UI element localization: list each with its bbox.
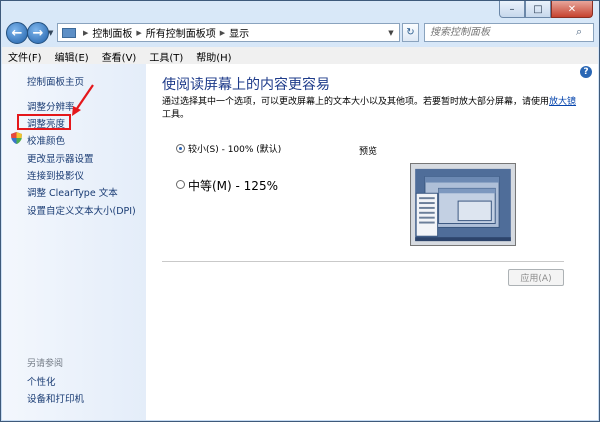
main-panel: ? 使阅读屏幕上的内容更容易 通过选择其中一个选项，可以更改屏幕上的文本大小以及…: [146, 64, 598, 420]
minimize-button[interactable]: –: [499, 1, 525, 18]
breadcrumb-all-items[interactable]: 所有控制面板项: [146, 25, 216, 40]
control-panel-folder-icon: [62, 27, 76, 38]
help-icon[interactable]: ?: [580, 66, 592, 78]
sidebar-item-projector[interactable]: 连接到投影仪: [27, 168, 84, 182]
see-also-label: 另请参阅: [27, 359, 64, 369]
search-icon[interactable]: ⌕: [576, 25, 582, 39]
uac-shield-icon: [11, 132, 22, 144]
magnifier-link[interactable]: 放大镜: [549, 97, 576, 107]
divider: [162, 261, 564, 262]
close-button[interactable]: ✕: [551, 1, 593, 18]
radio-medium[interactable]: [176, 180, 185, 189]
sidebar-item-devices-printers[interactable]: 设备和打印机: [27, 391, 84, 405]
preview-label: 预览: [359, 147, 378, 157]
forward-button[interactable]: →: [27, 22, 49, 44]
menu-file[interactable]: 文件(F): [2, 47, 49, 64]
menu-view[interactable]: 查看(V): [96, 47, 144, 64]
back-button[interactable]: ←: [6, 22, 28, 44]
address-dropdown-icon[interactable]: ▼: [384, 25, 398, 40]
breadcrumb-control-panel[interactable]: 控制面板: [92, 25, 132, 40]
option-medium-label[interactable]: 中等(M) - 125%: [188, 177, 278, 194]
menu-edit[interactable]: 编辑(E): [49, 47, 96, 64]
maximize-button[interactable]: □: [525, 1, 551, 18]
apply-button[interactable]: 应用(A): [508, 269, 564, 286]
navigation-bar: ← → ▼ ▶ 控制面板 ▶ 所有控制面板项 ▶ 显示 ▼ ↻ ⌕: [1, 21, 599, 45]
option-smaller-label[interactable]: 较小(S) - 100% (默认): [188, 142, 281, 155]
breadcrumb-separator-icon[interactable]: ▶: [83, 29, 88, 37]
breadcrumb-separator-icon[interactable]: ▶: [136, 29, 141, 37]
sidebar-item-cleartype[interactable]: 调整 ClearType 文本: [27, 185, 118, 199]
menu-bar: 文件(F) 编辑(E) 查看(V) 工具(T) 帮助(H): [2, 47, 598, 65]
back-arrow-icon: ←: [11, 25, 23, 41]
control-panel-window: – □ ✕ ← → ▼ ▶ 控制面板 ▶ 所有控制面板项 ▶ 显示 ▼ ↻ ⌕ 文件(…: [0, 0, 600, 422]
content-area: 控制面板主页 调整分辨率 调整亮度 校准颜色 更改显示器设置 连接到投影仪 调整…: [2, 64, 598, 420]
refresh-button[interactable]: ↻: [402, 23, 419, 42]
window-controls: – □ ✕: [499, 1, 593, 18]
sidebar: 控制面板主页 调整分辨率 调整亮度 校准颜色 更改显示器设置 连接到投影仪 调整…: [2, 64, 146, 420]
forward-arrow-icon: →: [32, 25, 44, 41]
page-title: 使阅读屏幕上的内容更容易: [162, 77, 330, 93]
sidebar-item-personalization[interactable]: 个性化: [27, 374, 56, 388]
menu-tools[interactable]: 工具(T): [143, 47, 190, 64]
title-bar: – □ ✕: [1, 1, 599, 19]
red-arrow-annotation: [72, 84, 94, 116]
menu-help[interactable]: 帮助(H): [190, 47, 238, 64]
breadcrumb-separator-icon[interactable]: ▶: [220, 29, 225, 37]
search-input[interactable]: [424, 23, 594, 42]
sidebar-item-calibrate-color[interactable]: 校准颜色: [27, 133, 65, 147]
refresh-icon: ↻: [406, 27, 415, 38]
sidebar-item-custom-dpi[interactable]: 设置自定义文本大小(DPI): [27, 203, 136, 217]
radio-smaller[interactable]: [176, 144, 185, 153]
preview-image: [410, 163, 516, 246]
description-text: 通过选择其中一个选项，可以更改屏幕上的文本大小以及其他项。若要暂时放大部分屏幕，…: [162, 97, 577, 120]
address-bar[interactable]: ▶ 控制面板 ▶ 所有控制面板项 ▶ 显示 ▼: [57, 23, 400, 42]
sidebar-item-display-settings[interactable]: 更改显示器设置: [27, 151, 94, 165]
recent-pages-dropdown-icon[interactable]: ▼: [48, 29, 53, 37]
breadcrumb-display[interactable]: 显示: [229, 25, 249, 40]
